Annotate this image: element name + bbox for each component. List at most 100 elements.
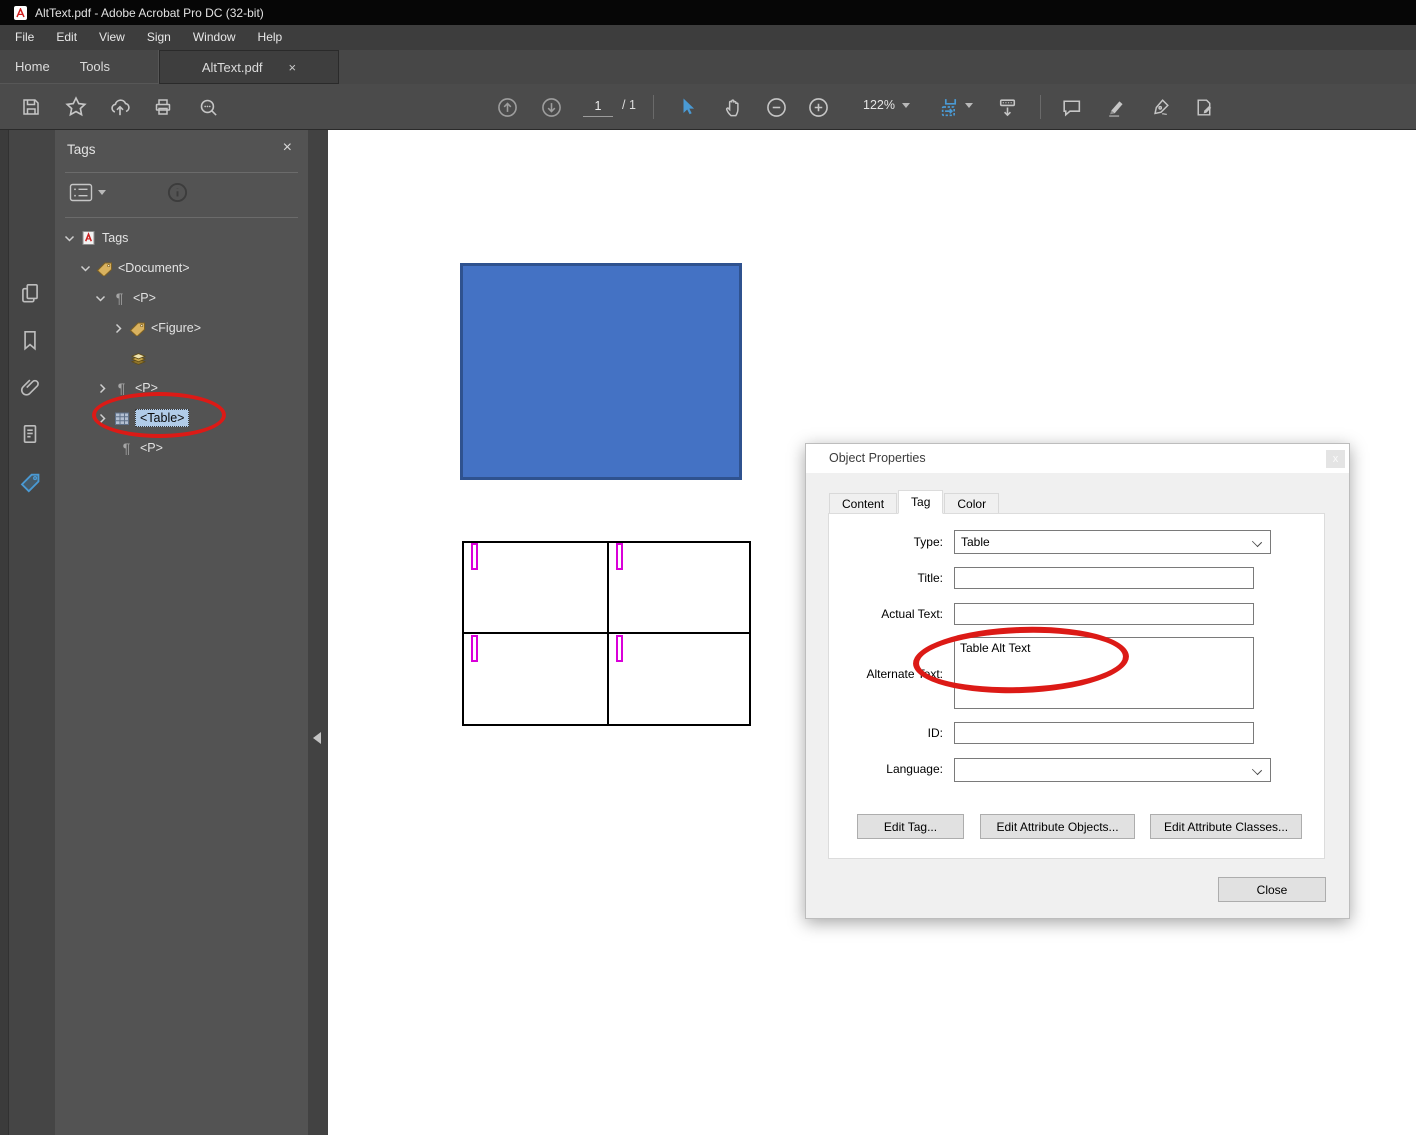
tab-color[interactable]: Color (944, 493, 999, 514)
select-tool-button[interactable] (672, 92, 702, 122)
dialog-close-icon[interactable]: x (1326, 450, 1345, 468)
zoom-level-value[interactable]: 122% (845, 98, 895, 112)
tree-item-p3[interactable]: ¶ <P> (55, 433, 308, 463)
highlight-button[interactable] (1101, 92, 1131, 122)
previous-page-button[interactable] (492, 92, 522, 122)
fit-width-button[interactable] (935, 92, 965, 122)
dialog-tabs: Content Tag Color (829, 490, 1000, 514)
collapse-panel-icon[interactable] (313, 732, 321, 744)
hand-tool-button[interactable] (718, 92, 748, 122)
type-select[interactable]: Table (954, 530, 1271, 554)
zoom-level-caret-icon[interactable] (902, 103, 910, 108)
toolbar-divider (1040, 95, 1041, 119)
tab-tools[interactable]: Tools (65, 50, 125, 83)
panel-splitter[interactable] (308, 130, 328, 1135)
chevron-down-icon[interactable] (94, 294, 106, 303)
menu-view[interactable]: View (88, 25, 136, 50)
next-page-button[interactable] (536, 92, 566, 122)
table-row-divider (464, 632, 749, 634)
language-label: Language: (829, 758, 943, 780)
tab-document[interactable]: AltText.pdf × (159, 50, 339, 84)
menu-edit[interactable]: Edit (45, 25, 88, 50)
zoom-in-button[interactable] (803, 92, 833, 122)
id-input[interactable] (954, 722, 1254, 744)
close-button[interactable]: Close (1218, 877, 1326, 902)
edit-tag-button[interactable]: Edit Tag... (857, 814, 964, 839)
tab-tag[interactable]: Tag (898, 490, 943, 514)
options-list-icon (69, 183, 93, 202)
edit-attribute-objects-button[interactable]: Edit Attribute Objects... (980, 814, 1135, 839)
fill-sign-button[interactable] (1189, 92, 1219, 122)
fit-width-icon (939, 96, 962, 119)
print-button[interactable] (148, 92, 178, 122)
page-thumbnails-icon (18, 281, 42, 305)
document-table (462, 541, 751, 726)
paragraph-icon: ¶ (111, 290, 128, 306)
menu-file[interactable]: File (4, 25, 45, 50)
tag-tab-panel: Type: Table Title: Actual Text: Alternat… (828, 513, 1325, 859)
tree-item-label: <Document> (118, 261, 190, 275)
menu-window[interactable]: Window (182, 25, 247, 50)
tag-icon (129, 321, 146, 336)
page-display-button[interactable] (992, 92, 1022, 122)
object-properties-dialog: Object Properties x Content Tag Color Ty… (805, 443, 1350, 919)
save-button[interactable] (16, 92, 46, 122)
tree-item-p1[interactable]: ¶ <P> (55, 283, 308, 313)
tree-item-p2[interactable]: ¶ <P> (55, 373, 308, 403)
tags-panel-button[interactable] (18, 469, 42, 493)
zoom-out-button[interactable] (761, 92, 791, 122)
edit-attribute-classes-button[interactable]: Edit Attribute Classes... (1150, 814, 1302, 839)
type-value: Table (961, 535, 990, 549)
chevron-down-icon[interactable] (63, 234, 75, 243)
content-button[interactable] (18, 422, 42, 446)
chevron-right-icon[interactable] (112, 323, 124, 334)
alternate-text-label: Alternate Text: (829, 663, 943, 685)
comment-button[interactable] (1056, 92, 1086, 122)
tags-panel: Tags × Tags <Document> ¶ <P> (55, 130, 308, 1135)
menu-help[interactable]: Help (247, 25, 294, 50)
text-caret-highlight (616, 635, 623, 662)
tags-panel-close-icon[interactable]: × (283, 139, 292, 157)
tag-info-button[interactable] (167, 182, 188, 203)
tree-item-figure[interactable]: <Figure> (55, 313, 308, 343)
page-display-icon (996, 96, 1019, 119)
actual-text-label: Actual Text: (829, 603, 943, 625)
tab-close-icon[interactable]: × (289, 60, 297, 75)
menu-bar: File Edit View Sign Window Help (0, 25, 1416, 50)
menu-sign[interactable]: Sign (136, 25, 182, 50)
language-select[interactable] (954, 758, 1271, 782)
tab-home[interactable]: Home (0, 50, 65, 83)
tab-document-label: AltText.pdf (202, 60, 263, 75)
toolbar-divider (653, 95, 654, 119)
tree-item-tags-root[interactable]: Tags (55, 223, 308, 253)
page-thumbnails-button[interactable] (18, 281, 42, 305)
actual-text-input[interactable] (954, 603, 1254, 625)
tree-item-document[interactable]: <Document> (55, 253, 308, 283)
tree-item-content-stack[interactable] (55, 343, 308, 373)
attachments-button[interactable] (18, 375, 42, 399)
share-upload-button[interactable] (105, 92, 135, 122)
tab-content[interactable]: Content (829, 493, 897, 514)
bookmarks-button[interactable] (18, 328, 42, 352)
page-number-input[interactable] (583, 95, 613, 117)
tags-options-button[interactable] (69, 183, 106, 202)
fit-width-caret-icon[interactable] (965, 103, 973, 108)
title-input[interactable] (954, 567, 1254, 589)
paragraph-icon: ¶ (113, 380, 130, 396)
chevron-right-icon[interactable] (96, 383, 108, 394)
sign-button[interactable] (1145, 92, 1175, 122)
tree-item-label: <P> (135, 381, 158, 395)
tree-item-table[interactable]: <Table> (55, 403, 308, 433)
tree-item-label: Tags (102, 231, 128, 245)
chevron-right-icon[interactable] (96, 413, 108, 424)
paragraph-icon: ¶ (118, 440, 135, 456)
find-button[interactable] (193, 92, 223, 122)
tree-item-label: <Figure> (151, 321, 201, 335)
chevron-down-icon[interactable] (79, 264, 91, 273)
content-page-icon (18, 422, 42, 446)
text-caret-highlight (616, 543, 623, 570)
favorites-button[interactable] (61, 92, 91, 122)
alternate-text-input[interactable]: Table Alt Text (954, 637, 1254, 709)
id-label: ID: (829, 722, 943, 744)
dialog-titlebar: Object Properties x (806, 444, 1349, 473)
